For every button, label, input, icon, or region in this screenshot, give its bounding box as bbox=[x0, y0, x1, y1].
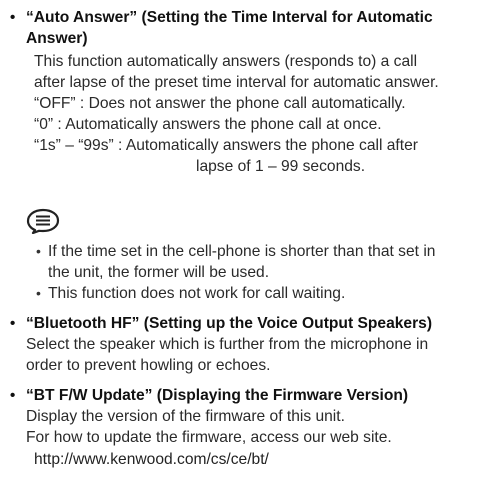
bullet: • bbox=[10, 387, 16, 404]
note1-line1: If the time set in the cell-phone is sho… bbox=[48, 243, 436, 260]
auto-answer-off-option: “OFF” : Does not answer the phone call a… bbox=[34, 95, 406, 112]
auto-answer-body-line1: This function automatically answers (res… bbox=[34, 53, 418, 70]
bt-fw-update-heading: “BT F/W Update” (Displaying the Firmware… bbox=[26, 387, 409, 404]
bluetooth-hf-body-line1: Select the speaker which is further from… bbox=[26, 336, 429, 353]
bullet: • bbox=[10, 9, 16, 26]
bluetooth-hf-heading: “Bluetooth HF” (Setting up the Voice Out… bbox=[26, 315, 433, 332]
auto-answer-range-continued: lapse of 1 – 99 seconds. bbox=[196, 158, 366, 175]
auto-answer-heading-line2: Answer) bbox=[26, 30, 88, 47]
auto-answer-range-option: “1s” – “99s” : Automatically answers the… bbox=[34, 137, 418, 154]
bt-fw-update-body-line2: For how to update the firmware, access o… bbox=[26, 429, 392, 446]
kenwood-support-url: http://www.kenwood.com/cs/ce/bt/ bbox=[34, 451, 269, 468]
manual-page: • “Auto Answer” (Setting the Time Interv… bbox=[0, 0, 478, 481]
note-bullet: • bbox=[36, 285, 41, 301]
note1-line2: the unit, the former will be used. bbox=[48, 264, 270, 281]
auto-answer-zero-option: “0” : Automatically answers the phone ca… bbox=[34, 116, 382, 133]
note-bullet: • bbox=[36, 243, 41, 259]
note-speech-bubble-icon bbox=[26, 208, 60, 234]
bluetooth-hf-body-line2: order to prevent howling or echoes. bbox=[26, 357, 271, 374]
note2-line: This function does not work for call wai… bbox=[48, 285, 346, 302]
auto-answer-heading-line1: “Auto Answer” (Setting the Time Interval… bbox=[26, 9, 433, 26]
bullet: • bbox=[10, 315, 16, 332]
auto-answer-body-line2: after lapse of the preset time interval … bbox=[34, 74, 439, 91]
bt-fw-update-body-line1: Display the version of the firmware of t… bbox=[26, 408, 345, 425]
